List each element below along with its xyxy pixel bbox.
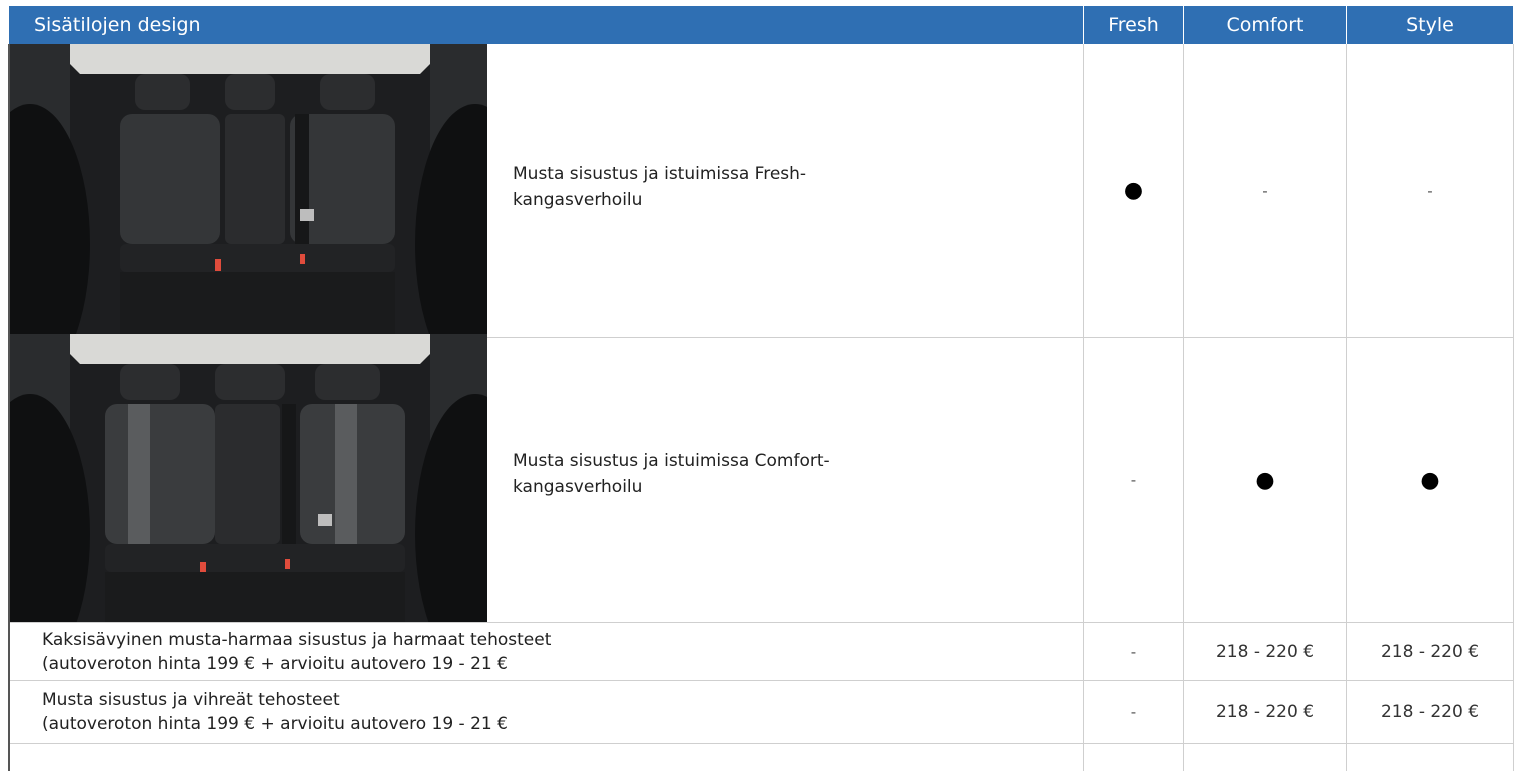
value-comfort: ● — [1255, 467, 1275, 493]
table-title: Sisätilojen design — [9, 6, 1083, 44]
option-description: Musta sisustus ja istuimissa Fresh- kang… — [513, 161, 1033, 213]
description-line: (autoveroton hinta 199 € + arvioitu auto… — [42, 654, 508, 674]
value-comfort: - — [1262, 181, 1268, 200]
option-description: Kaksisävyinen musta-harmaa sisustus ja h… — [42, 628, 1072, 676]
value-style: 218 - 220 € — [1380, 641, 1480, 662]
value-fresh: - — [1130, 703, 1137, 721]
seat-illustration — [10, 334, 487, 622]
grid-line — [1513, 44, 1514, 771]
rear-seat-image-fresh — [10, 44, 487, 334]
value-comfort: 218 - 220 € — [1215, 641, 1315, 662]
value-fresh: ● — [1123, 178, 1144, 203]
grid-line — [10, 743, 1514, 744]
option-description: Musta sisustus ja istuimissa Comfort- ka… — [513, 448, 1033, 500]
rear-seat-image-comfort — [10, 334, 487, 622]
value-style: - — [1427, 181, 1433, 200]
option-description: Musta sisustus ja vihreät tehosteet (aut… — [42, 688, 1072, 736]
value-fresh: - — [1130, 471, 1137, 489]
value-comfort: 218 - 220 € — [1215, 702, 1315, 722]
interior-design-table: Sisätilojen design Fresh Comfort Style M… — [0, 0, 1521, 771]
column-header-comfort: Comfort — [1184, 6, 1346, 44]
seat-illustration — [10, 44, 487, 334]
value-style: 218 - 220 € — [1380, 702, 1480, 722]
description-line: Kaksisävyinen musta-harmaa sisustus ja h… — [42, 630, 552, 650]
description-line: kangasverhoilu — [513, 477, 643, 497]
description-line: Musta sisustus ja istuimissa Fresh- — [513, 164, 807, 184]
value-fresh: - — [1130, 642, 1137, 661]
column-header-style: Style — [1347, 6, 1513, 44]
value-style: ● — [1420, 467, 1440, 493]
description-line: kangasverhoilu — [513, 190, 643, 210]
description-line: (autoveroton hinta 199 € + arvioitu auto… — [42, 714, 508, 734]
description-line: Musta sisustus ja istuimissa Comfort- — [513, 451, 830, 471]
description-line: Musta sisustus ja vihreät tehosteet — [42, 690, 340, 710]
column-header-fresh: Fresh — [1084, 6, 1183, 44]
